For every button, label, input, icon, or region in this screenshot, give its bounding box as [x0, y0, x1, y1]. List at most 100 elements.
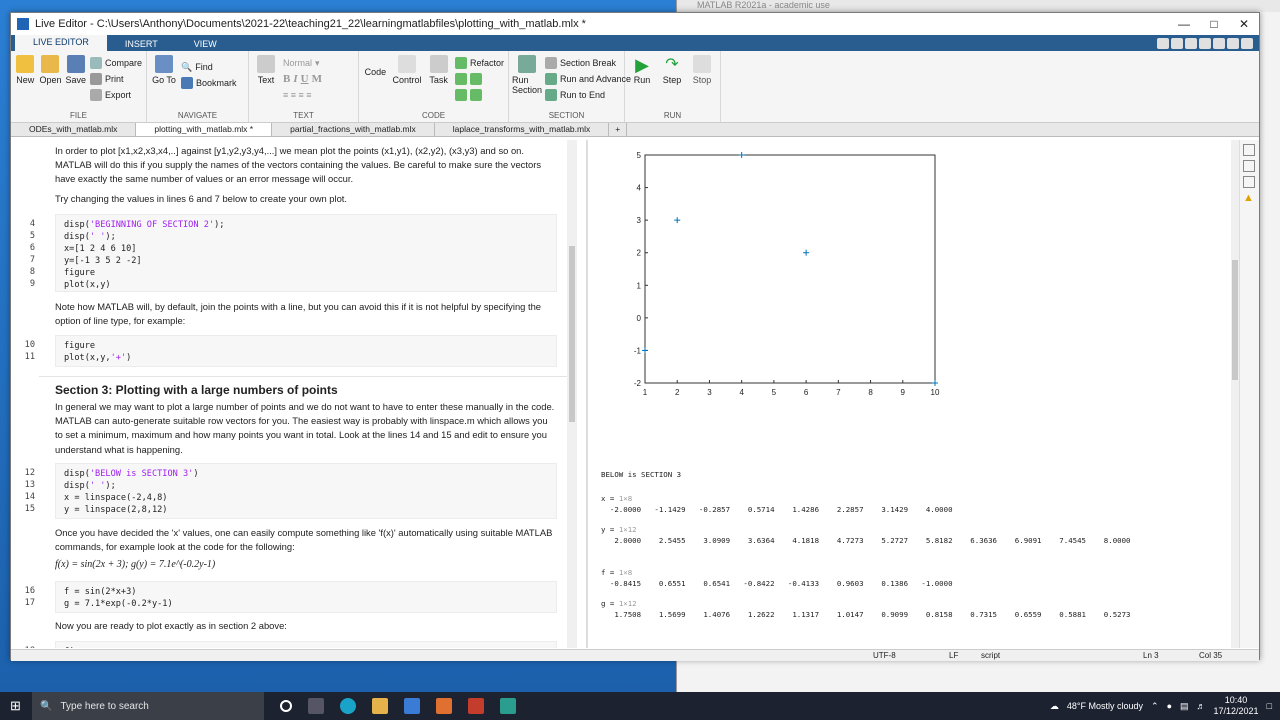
- refactor-button[interactable]: Refactor: [454, 55, 504, 71]
- section-break-button[interactable]: Section Break: [545, 55, 631, 71]
- new-tab-button[interactable]: +: [609, 123, 628, 136]
- warning-icon[interactable]: ▲: [1243, 192, 1256, 204]
- network-icon[interactable]: ▤: [1180, 701, 1189, 712]
- code-line: y = linspace(2,8,12): [64, 505, 168, 515]
- hide-code-icon[interactable]: [1243, 176, 1255, 188]
- cortana-icon[interactable]: [280, 700, 292, 712]
- windows-start-icon[interactable]: ⊞: [10, 698, 21, 714]
- output-scroll-thumb[interactable]: [1232, 260, 1238, 380]
- style-dropdown[interactable]: Normal ▾: [283, 55, 322, 71]
- copy-icon[interactable]: [1185, 38, 1197, 49]
- run-end-button[interactable]: Run to End: [545, 87, 631, 103]
- matlab-icon[interactable]: [436, 698, 452, 714]
- show-hidden-icon[interactable]: ⌃: [1151, 701, 1159, 712]
- run-advance-button[interactable]: Run and Advance: [545, 71, 631, 87]
- edge-icon[interactable]: [340, 698, 356, 714]
- indent-icons[interactable]: [454, 87, 504, 103]
- math-equation[interactable]: f(x) = sin(2x + 3); g(y) = 7.1e^(-0.2y-1…: [55, 558, 555, 572]
- minimize-icon[interactable]: —: [1169, 17, 1199, 31]
- maximize-icon[interactable]: □: [1199, 17, 1229, 31]
- editor-scrollbar[interactable]: [567, 140, 577, 648]
- paragraph-4[interactable]: In general we may want to plot a large n…: [55, 400, 555, 457]
- code-block-4[interactable]: f = sin(2*x+3) g = 7.1*exp(-0.2*y-1): [55, 581, 557, 613]
- close-icon[interactable]: ✕: [1229, 17, 1259, 31]
- clock[interactable]: 10:40 17/12/2021: [1214, 695, 1259, 717]
- code-block-1[interactable]: disp('BEGINNING OF SECTION 2'); disp(' '…: [55, 214, 557, 292]
- editor-scroll-thumb[interactable]: [569, 246, 575, 422]
- save-button[interactable]: Save: [65, 55, 86, 111]
- output-inline-icon[interactable]: [1243, 144, 1255, 156]
- control-icon: [397, 55, 416, 73]
- italic-button[interactable]: I: [293, 73, 297, 85]
- status-mode: script: [981, 651, 1001, 660]
- code-line: plot(x,y): [64, 280, 111, 290]
- comment-icons[interactable]: [454, 71, 504, 87]
- code-block-5[interactable]: figure: [55, 641, 557, 648]
- tab-partial-fractions[interactable]: partial_fractions_with_matlab.mlx: [272, 123, 435, 136]
- title-bar: Live Editor - C:\Users\Anthony\Documents…: [11, 13, 1259, 35]
- run-button[interactable]: ▶ Run: [629, 55, 655, 111]
- paste-icon[interactable]: [1199, 38, 1211, 49]
- bookmark-button[interactable]: Bookmark: [181, 75, 237, 91]
- tab-live-editor[interactable]: LIVE EDITOR: [15, 35, 107, 51]
- redo-icon[interactable]: [1227, 38, 1239, 49]
- pane-divider[interactable]: [586, 140, 588, 648]
- monospace-button[interactable]: M: [312, 73, 322, 85]
- microphone-icon[interactable]: ●: [1167, 701, 1172, 711]
- print-button[interactable]: Print: [89, 71, 142, 87]
- save-icon[interactable]: [1157, 38, 1169, 49]
- tab-odes[interactable]: ODEs_with_matlab.mlx: [11, 123, 137, 136]
- x-tick-label: 7: [836, 388, 841, 397]
- run-section-button[interactable]: Run Section: [512, 55, 542, 111]
- task-button[interactable]: Task: [426, 55, 451, 111]
- file-explorer-icon[interactable]: [372, 698, 388, 714]
- paragraph-2[interactable]: Try changing the values in lines 6 and 7…: [55, 192, 555, 206]
- find-button[interactable]: 🔍 Find: [181, 59, 237, 75]
- tab-laplace[interactable]: laplace_transforms_with_matlab.mlx: [435, 123, 610, 136]
- open-button[interactable]: Open: [39, 55, 61, 111]
- editor-pane[interactable]: In order to plot [x1,x2,x3,x4,..] agains…: [11, 140, 567, 648]
- text-button[interactable]: Text: [253, 55, 279, 111]
- goto-button[interactable]: Go To: [151, 55, 177, 111]
- bold-button[interactable]: B: [283, 73, 290, 85]
- volume-icon[interactable]: ♬: [1197, 701, 1206, 711]
- step-button[interactable]: ↷ Step: [659, 55, 685, 111]
- x-tick-label: 6: [804, 388, 809, 397]
- control-button[interactable]: Control: [392, 55, 422, 111]
- tab-plotting[interactable]: plotting_with_matlab.mlx *: [136, 123, 273, 136]
- line-number: 9: [29, 279, 35, 289]
- powerpoint-icon[interactable]: [468, 698, 484, 714]
- app-icon[interactable]: [500, 698, 516, 714]
- taskbar-search[interactable]: 🔍 Type here to search: [32, 692, 264, 720]
- tab-insert[interactable]: INSERT: [107, 37, 176, 51]
- paragraph-1[interactable]: In order to plot [x1,x2,x3,x4,..] agains…: [55, 144, 555, 187]
- tab-view[interactable]: VIEW: [176, 37, 235, 51]
- paragraph-3[interactable]: Note how MATLAB will, by default, join t…: [55, 300, 555, 328]
- code-button[interactable]: Code: [363, 55, 388, 111]
- new-button[interactable]: New: [15, 55, 35, 111]
- status-eol: LF: [949, 651, 959, 660]
- weather-text[interactable]: 48°F Mostly cloudy: [1067, 701, 1143, 711]
- window-title: Live Editor - C:\Users\Anthony\Documents…: [35, 18, 586, 30]
- weather-icon[interactable]: ☁: [1050, 701, 1059, 712]
- output-pane[interactable]: 1 2 3 4 5 6 7 8 9 10 5 4 3 2 1 0 -1 -2 BELOW is SECTION 3…: [589, 140, 1235, 648]
- paragraph-5[interactable]: Once you have decided the 'x' values, on…: [55, 526, 555, 554]
- paragraph-6[interactable]: Now you are ready to plot exactly as in …: [55, 619, 555, 633]
- help-icon[interactable]: [1241, 38, 1253, 49]
- undo-icon[interactable]: [1213, 38, 1225, 49]
- compare-button[interactable]: Compare: [89, 55, 142, 71]
- code-block-3[interactable]: disp('BELOW is SECTION 3') disp(' '); x …: [55, 463, 557, 519]
- export-button[interactable]: Export: [89, 87, 142, 103]
- task-view-icon[interactable]: [308, 698, 324, 714]
- output-right-icon[interactable]: [1243, 160, 1255, 172]
- underline-button[interactable]: U: [301, 73, 309, 85]
- notifications-icon[interactable]: □: [1267, 701, 1272, 711]
- section-3-title[interactable]: Section 3: Plotting with a large numbers…: [55, 383, 338, 397]
- cut-icon[interactable]: [1171, 38, 1183, 49]
- store-icon[interactable]: [404, 698, 420, 714]
- code-block-2[interactable]: figure plot(x,y,'+'): [55, 335, 557, 367]
- figure-plot[interactable]: 1 2 3 4 5 6 7 8 9 10543210-1-2: [619, 140, 979, 400]
- output-x-values: -2.0000 -1.1429 -0.2857 0.5714 1.4286 2.…: [601, 505, 953, 514]
- output-scrollbar[interactable]: [1231, 140, 1239, 648]
- stop-button[interactable]: Stop: [689, 55, 715, 111]
